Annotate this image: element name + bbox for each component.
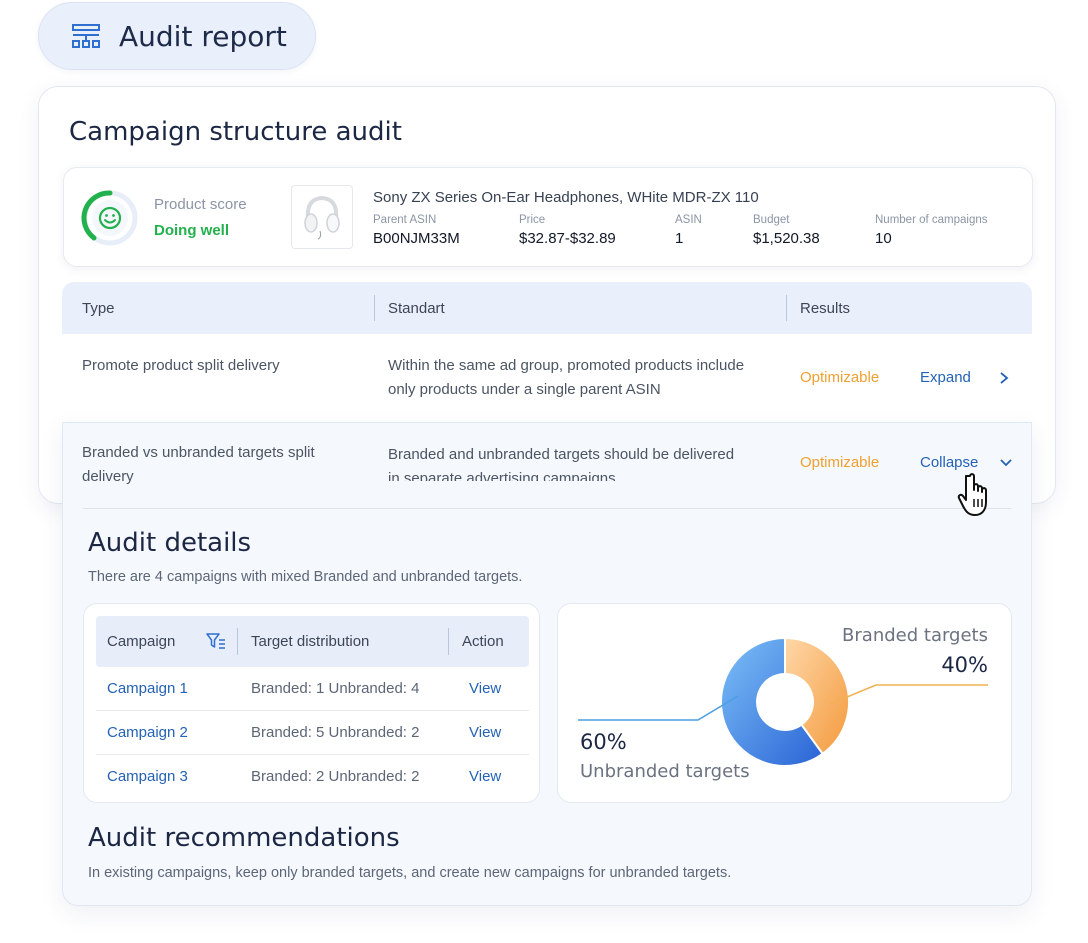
meta-parent-asin: Parent ASIN B00NJM33M	[373, 214, 460, 247]
score-label: Product score	[154, 196, 247, 213]
target-distribution: Branded: 2 Unbranded: 2	[251, 768, 420, 785]
product-summary: Product score Doing well Sony ZX Series …	[63, 167, 1033, 267]
chevron-right-icon[interactable]	[998, 371, 1010, 385]
view-link[interactable]: View	[469, 768, 501, 785]
leader-line-unbranded	[578, 695, 739, 721]
audit-recommendations-title: Audit recommendations	[88, 823, 400, 853]
campaign-table: Campaign Target distribution Action Camp…	[83, 603, 540, 803]
score-ring-icon	[81, 190, 138, 246]
value-unbranded: 60%	[580, 730, 627, 754]
row-result: Optimizable	[800, 369, 880, 386]
product-thumbnail[interactable]	[291, 185, 353, 249]
view-link[interactable]: View	[469, 724, 501, 741]
header-results: Results	[800, 300, 851, 317]
table-row: Promote product split delivery Within th…	[62, 334, 1032, 424]
meta-asin: ASIN 1	[675, 214, 702, 247]
row-result: Optimizable	[800, 454, 880, 471]
view-link[interactable]: View	[469, 680, 501, 697]
legend-unbranded: Unbranded targets	[580, 761, 750, 782]
header-standard: Standart	[388, 300, 445, 317]
row-type: Promote product split delivery	[82, 357, 280, 374]
campaign-link[interactable]: Campaign 1	[107, 680, 188, 697]
meta-campaign-count: Number of campaigns 10	[875, 214, 988, 247]
audit-details-title: Audit details	[88, 528, 252, 558]
meta-price: Price $32.87-$32.89	[519, 214, 616, 247]
campaign-table-header: Campaign Target distribution Action	[96, 616, 529, 667]
chevron-down-icon[interactable]	[999, 457, 1013, 469]
expand-button[interactable]: Expand	[920, 366, 971, 390]
header-target-distribution: Target distribution	[251, 633, 370, 650]
target-distribution-chart: Branded targets 40% 60% Unbranded target…	[557, 603, 1012, 803]
value-branded: 40%	[941, 653, 988, 677]
leader-line-branded	[829, 684, 988, 705]
campaign-link[interactable]: Campaign 2	[107, 724, 188, 741]
page-title: Audit report	[119, 19, 287, 53]
meta-budget: Budget $1,520.38	[753, 214, 820, 247]
score-value: Doing well	[154, 222, 229, 239]
campaign-link[interactable]: Campaign 3	[107, 768, 188, 785]
header-campaign: Campaign	[107, 633, 176, 650]
table-layout-icon	[72, 24, 100, 48]
header-type: Type	[82, 300, 115, 317]
target-distribution: Branded: 5 Unbranded: 2	[251, 724, 420, 741]
audit-title: Campaign structure audit	[69, 117, 402, 147]
header-action: Action	[462, 633, 504, 650]
legend-branded: Branded targets	[842, 625, 988, 646]
target-distribution: Branded: 1 Unbranded: 4	[251, 680, 420, 697]
headphones-icon	[304, 195, 340, 240]
table-row: Campaign 3 Branded: 2 Unbranded: 2 View	[96, 755, 529, 799]
product-name: Sony ZX Series On-Ear Headphones, WHite …	[373, 189, 759, 206]
row-type: Branded vs unbranded targets split deliv…	[82, 444, 315, 485]
filter-icon[interactable]	[206, 632, 226, 650]
audit-recommendations-note: In existing campaigns, keep only branded…	[88, 865, 732, 881]
table-row: Campaign 2 Branded: 5 Unbranded: 2 View	[96, 711, 529, 755]
expanded-row-panel: Branded vs unbranded targets split deliv…	[62, 422, 1032, 906]
audit-report-pill[interactable]: Audit report	[38, 2, 316, 70]
row-standard: Within the same ad group, promoted produ…	[388, 357, 745, 398]
divider	[83, 508, 1011, 509]
hand-cursor-icon	[957, 473, 987, 516]
table-row: Campaign 1 Branded: 1 Unbranded: 4 View	[96, 667, 529, 711]
audit-details-note: There are 4 campaigns with mixed Branded…	[88, 569, 523, 585]
audit-table: Type Standart Results Promote product sp…	[62, 282, 1032, 424]
audit-table-header: Type Standart Results	[62, 282, 1032, 334]
row-standard: Branded and unbranded targets should be …	[388, 446, 735, 481]
donut-chart: Branded targets 40% 60% Unbranded target…	[578, 625, 988, 782]
